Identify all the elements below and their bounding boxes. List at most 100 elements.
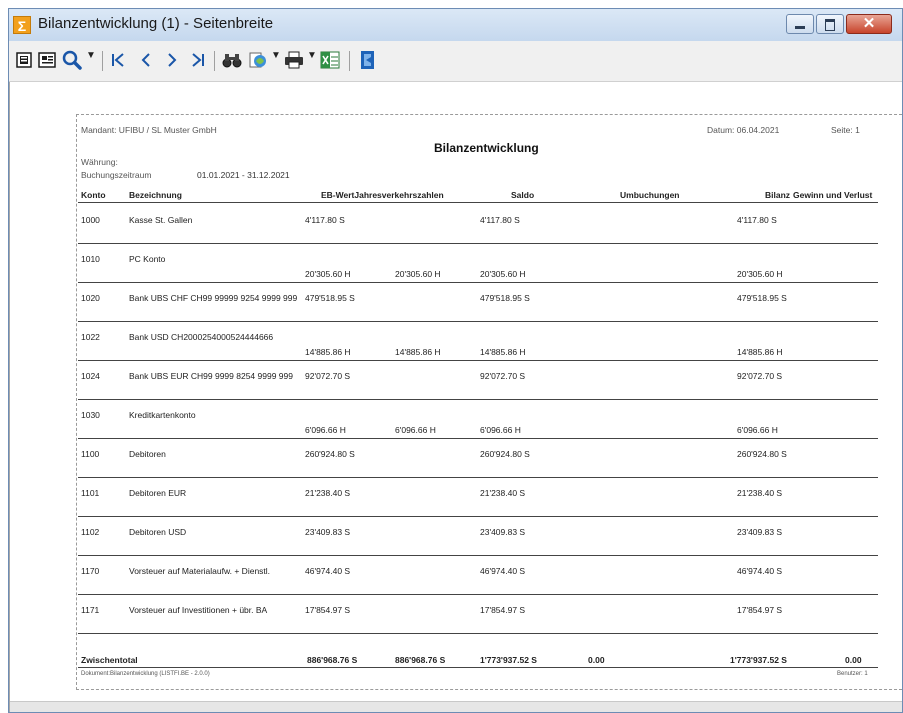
zwischentotal-gewinn-verlust: 0.00 <box>845 655 862 665</box>
zwischentotal-jvz: 886'968.76 S <box>395 655 446 665</box>
row-saldo: 14'885.86 H <box>480 347 526 357</box>
title-bar[interactable]: Σ Bilanzentwicklung (1) - Seitenbreite ✕ <box>9 9 902 41</box>
row-konto: 1171 <box>81 605 100 615</box>
minimize-button[interactable] <box>786 14 814 34</box>
row-rule <box>78 633 878 634</box>
excel-icon[interactable] <box>319 49 341 71</box>
mandant-label: Mandant: UFIBU / SL Muster GmbH <box>81 125 217 135</box>
row-konto: 1024 <box>81 371 100 381</box>
row-saldo: 17'854.97 S <box>480 605 526 615</box>
row-saldo: 4'117.80 S <box>480 215 520 225</box>
horizontal-scrollbar[interactable] <box>10 701 902 712</box>
prev-page-icon[interactable] <box>137 49 155 71</box>
close-icon: ✕ <box>862 15 876 32</box>
row-saldo: 23'409.83 S <box>480 527 526 537</box>
row-saldo: 6'096.66 H <box>480 425 521 435</box>
row-eb-wert: 4'117.80 S <box>305 215 345 225</box>
row-bilanz: 46'974.40 S <box>737 566 783 576</box>
row-bezeichnung: Kasse St. Gallen <box>129 215 193 225</box>
export-icon[interactable] <box>247 49 269 71</box>
print-dropdown-icon[interactable]: ▼ <box>307 50 317 61</box>
preview-icon[interactable] <box>37 49 57 71</box>
close-button[interactable]: ✕ <box>846 14 892 34</box>
row-rule <box>78 477 878 478</box>
column-header-saldo: Saldo <box>511 190 535 200</box>
row-bezeichnung: Debitoren <box>129 449 166 459</box>
row-konto: 1101 <box>81 488 100 498</box>
row-bilanz: 260'924.80 S <box>737 449 787 459</box>
row-eb-wert: 6'096.66 H <box>305 425 346 435</box>
row-rule <box>78 399 878 400</box>
row-rule <box>78 516 878 517</box>
column-header-konto: Konto <box>81 190 106 200</box>
total-rule <box>78 667 878 668</box>
row-konto: 1022 <box>81 332 100 342</box>
maximize-button[interactable] <box>816 14 844 34</box>
row-eb-wert: 46'974.40 S <box>305 566 351 576</box>
app-icon: Σ <box>13 16 31 34</box>
row-saldo: 260'924.80 S <box>480 449 530 459</box>
last-page-icon[interactable] <box>189 49 207 71</box>
row-rule <box>78 594 878 595</box>
row-eb-wert: 21'238.40 S <box>305 488 351 498</box>
column-header-gewinn-verlust: Gewinn und Verlust <box>793 190 873 200</box>
row-jahresverkehrszahlen: 6'096.66 H <box>395 425 436 435</box>
row-eb-wert: 92'072.70 S <box>305 371 351 381</box>
window-title: Bilanzentwicklung (1) - Seitenbreite <box>38 15 274 32</box>
row-bilanz: 14'885.86 H <box>737 347 783 357</box>
first-page-icon[interactable] <box>109 49 127 71</box>
row-bilanz: 6'096.66 H <box>737 425 778 435</box>
zwischentotal-eb: 886'968.76 S <box>307 655 358 665</box>
datum-label: Datum: 06.04.2021 <box>707 125 780 135</box>
zwischentotal-saldo: 1'773'937.52 S <box>480 655 537 665</box>
row-bezeichnung: Kreditkartenkonto <box>129 410 196 420</box>
row-eb-wert: 23'409.83 S <box>305 527 351 537</box>
row-bezeichnung: Debitoren USD <box>129 527 187 537</box>
row-bezeichnung: Vorsteuer auf Investitionen + übr. BA <box>129 605 268 615</box>
row-saldo: 20'305.60 H <box>480 269 526 279</box>
exit-icon[interactable] <box>357 49 379 71</box>
row-rule <box>78 438 878 439</box>
document-footer: Dokument:Bilanzentwicklung (LISTFI.BE - … <box>81 671 210 677</box>
row-bezeichnung: Bank UBS EUR CH99 9999 8254 9999 999 <box>129 371 293 381</box>
find-icon[interactable] <box>221 49 243 71</box>
export-dropdown-icon[interactable]: ▼ <box>271 50 281 61</box>
report-title: Bilanzentwicklung <box>434 141 539 155</box>
waehrung-label: Währung: <box>81 157 118 167</box>
row-rule <box>78 321 878 322</box>
row-konto: 1100 <box>81 449 100 459</box>
row-konto: 1000 <box>81 215 100 225</box>
row-saldo: 21'238.40 S <box>480 488 526 498</box>
row-eb-wert: 20'305.60 H <box>305 269 351 279</box>
column-header-ebwert-jvz: EB-WertJahresverkehrszahlen <box>321 190 444 200</box>
row-saldo: 46'974.40 S <box>480 566 526 576</box>
page-view-icon[interactable] <box>15 49 33 71</box>
zwischentotal-bilanz: 1'773'937.52 S <box>730 655 787 665</box>
row-bilanz: 92'072.70 S <box>737 371 783 381</box>
next-page-icon[interactable] <box>163 49 181 71</box>
toolbar-separator <box>102 51 103 71</box>
row-rule <box>78 360 878 361</box>
row-bilanz: 17'854.97 S <box>737 605 783 615</box>
row-saldo: 479'518.95 S <box>480 293 530 303</box>
column-header-umbuchungen: Umbuchungen <box>620 190 680 200</box>
zoom-icon[interactable] <box>61 49 83 71</box>
zoom-dropdown-icon[interactable]: ▼ <box>86 50 96 61</box>
row-jahresverkehrszahlen: 20'305.60 H <box>395 269 441 279</box>
report-window: Σ Bilanzentwicklung (1) - Seitenbreite ✕… <box>8 8 903 713</box>
row-konto: 1010 <box>81 254 100 264</box>
zwischentotal-label: Zwischentotal <box>81 655 138 665</box>
buchungszeitraum-label: Buchungszeitraum <box>81 170 152 180</box>
column-header-bilanz: Bilanz <box>765 190 791 200</box>
print-icon[interactable] <box>283 49 305 71</box>
row-bilanz: 23'409.83 S <box>737 527 783 537</box>
row-saldo: 92'072.70 S <box>480 371 526 381</box>
seite-label: Seite: 1 <box>831 125 860 135</box>
row-konto: 1102 <box>81 527 100 537</box>
row-bezeichnung: Vorsteuer auf Materialaufw. + Dienstl. <box>129 566 271 576</box>
buchungszeitraum-value: 01.01.2021 - 31.12.2021 <box>197 170 290 180</box>
header-rule <box>78 202 878 203</box>
report-viewport[interactable]: Mandant: UFIBU / SL Muster GmbH Datum: 0… <box>9 82 903 712</box>
row-bezeichnung: Bank UBS CHF CH99 99999 9254 9999 999 <box>129 293 298 303</box>
row-bilanz: 4'117.80 S <box>737 215 777 225</box>
